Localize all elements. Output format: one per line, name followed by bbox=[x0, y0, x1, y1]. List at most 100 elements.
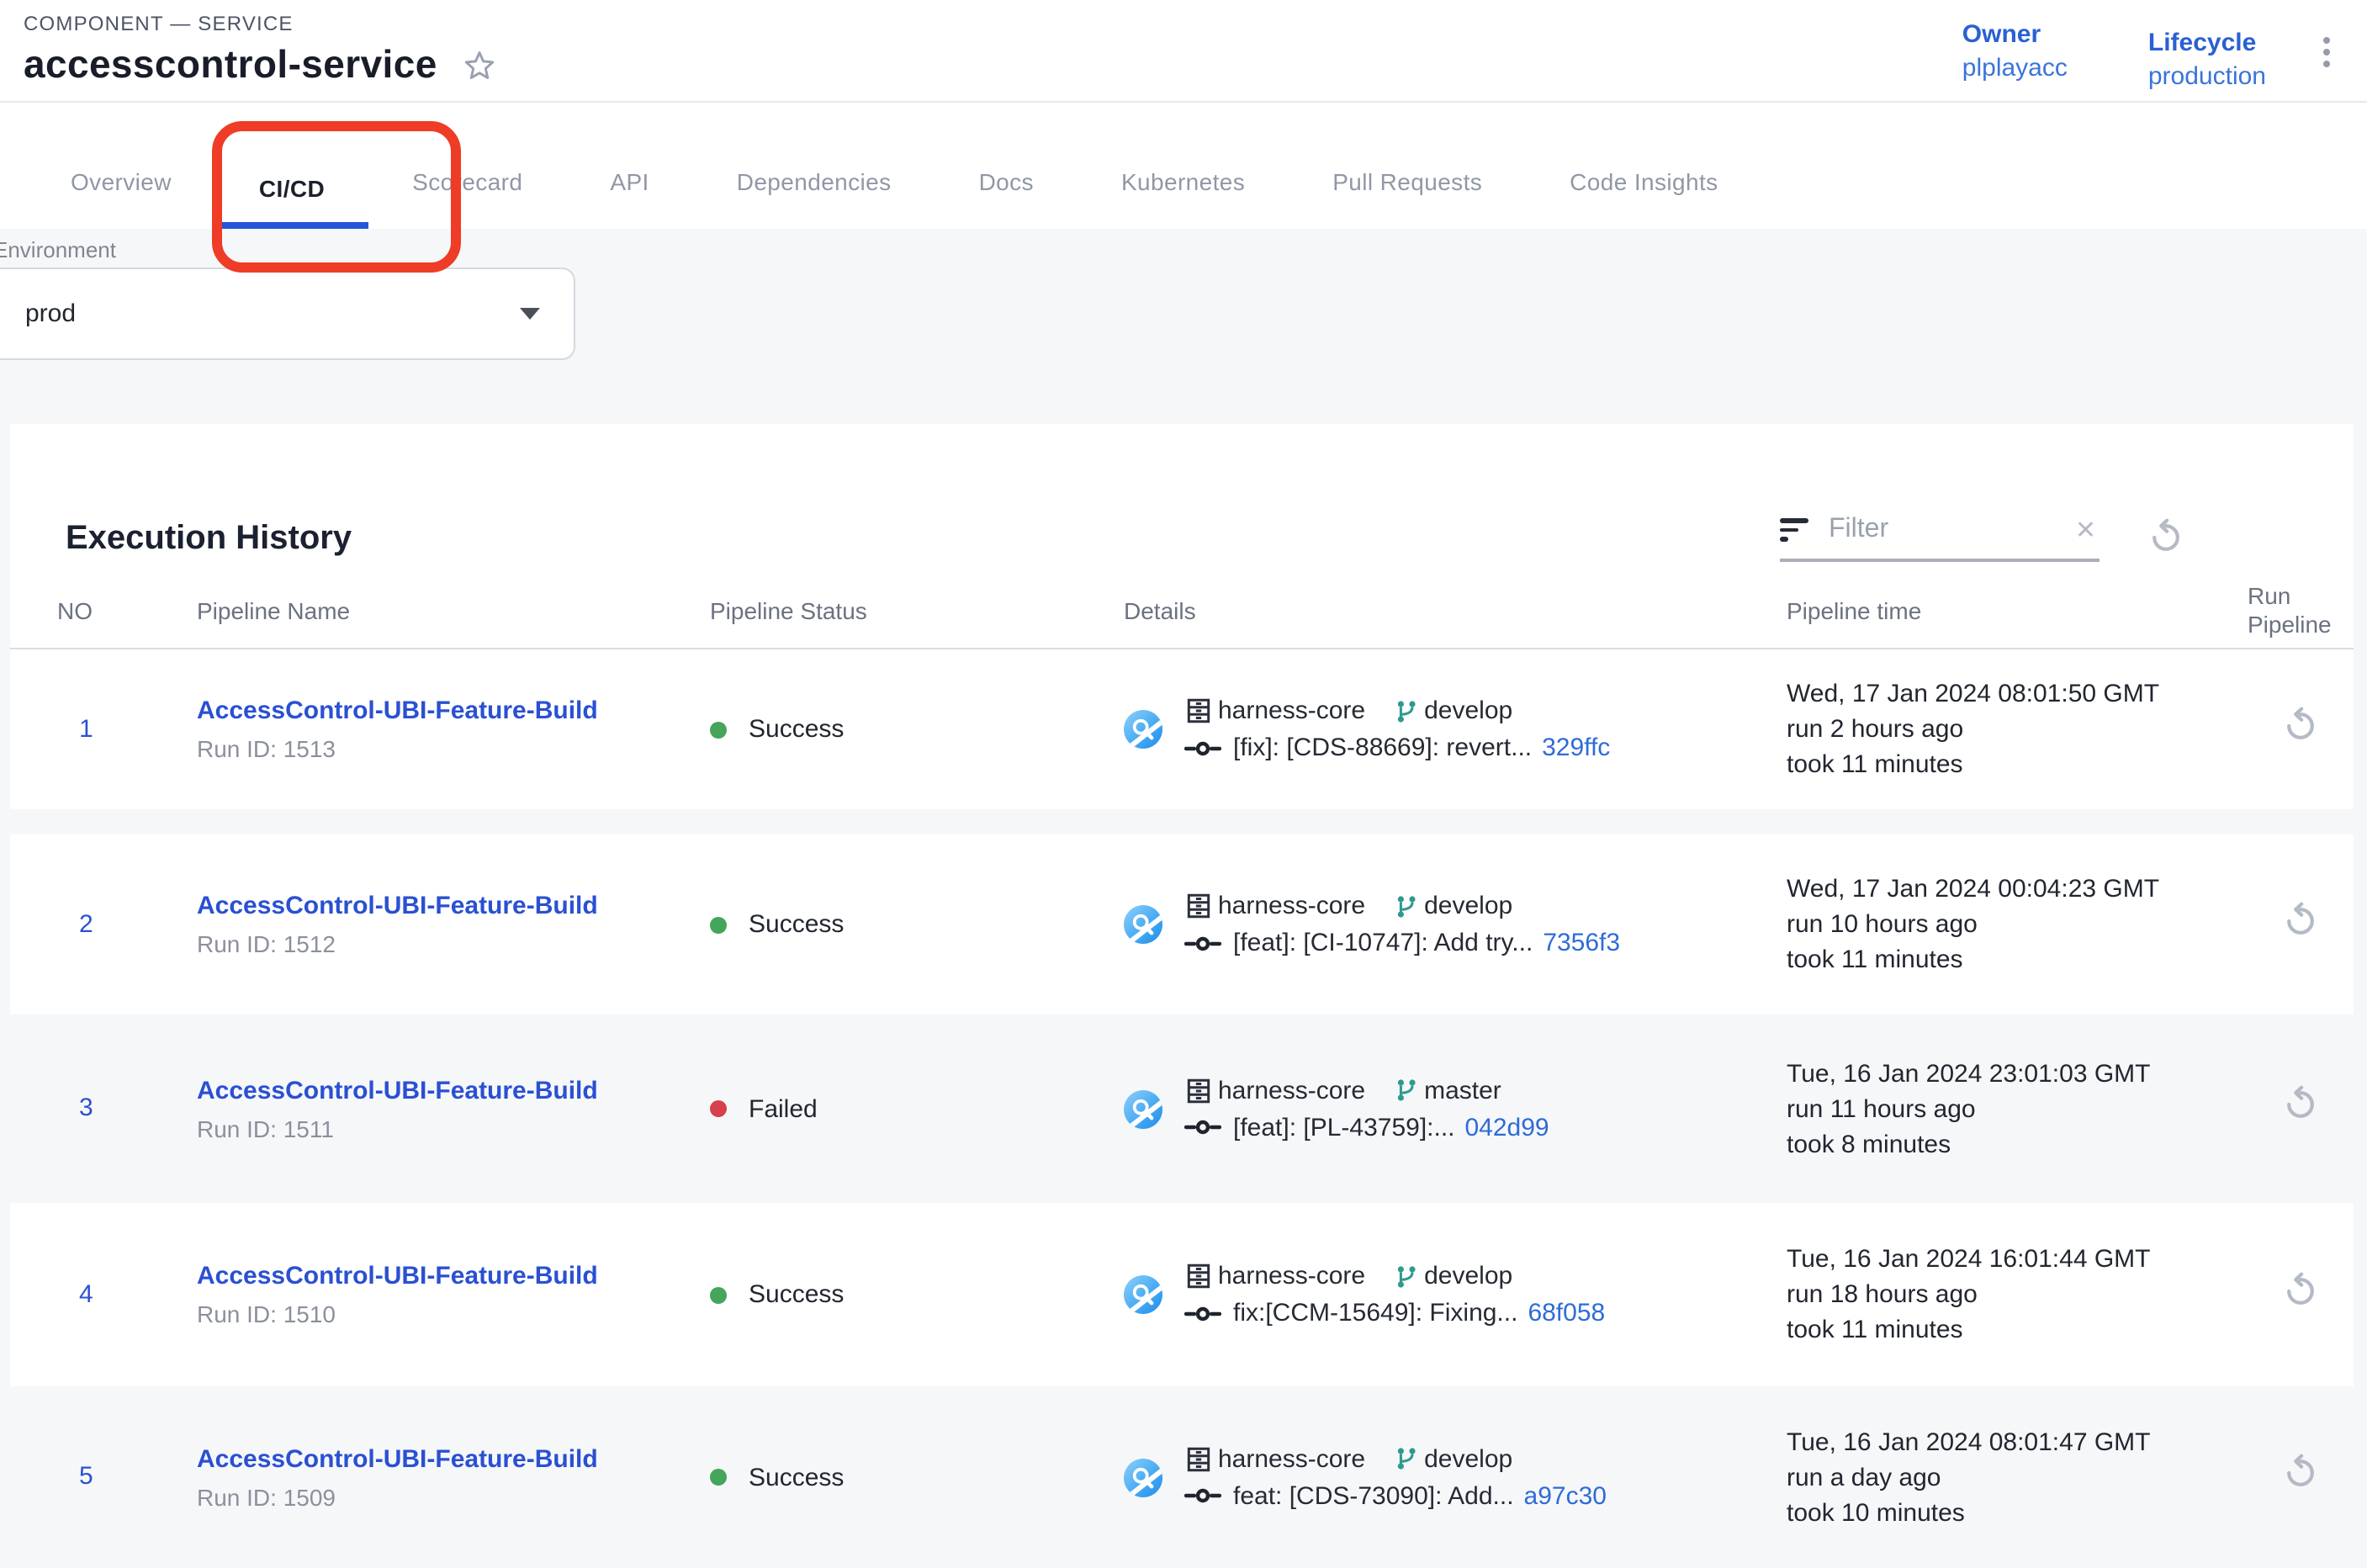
execution-icon[interactable] bbox=[1124, 1275, 1162, 1314]
branch-name: master bbox=[1424, 1076, 1501, 1104]
branch-name: develop bbox=[1424, 892, 1512, 920]
lifecycle-block: Lifecycle production bbox=[2148, 29, 2266, 93]
refresh-icon[interactable] bbox=[2147, 518, 2185, 557]
git-branch-icon bbox=[1392, 1077, 1419, 1104]
page: COMPONENT — SERVICE accesscontrol-servic… bbox=[0, 0, 2367, 1568]
pipeline-time-ago: run a day ago bbox=[1787, 1459, 2248, 1495]
git-commit-icon bbox=[1184, 1300, 1221, 1327]
git-branch-icon bbox=[1392, 1445, 1419, 1472]
pipeline-duration: took 11 minutes bbox=[1787, 942, 2248, 977]
environment-section: Environment prod bbox=[0, 229, 2367, 424]
commit-hash-link[interactable]: a97c30 bbox=[1524, 1481, 1607, 1510]
pipeline-name-link[interactable]: AccessControl-UBI-Feature-Build bbox=[197, 1262, 710, 1290]
tab-scorecard[interactable]: Scorecard bbox=[368, 168, 566, 229]
status-dot bbox=[710, 1100, 727, 1117]
table-row: 1 AccessControl-UBI-Feature-Build Run ID… bbox=[10, 649, 2354, 809]
git-commit-icon bbox=[1184, 930, 1221, 956]
table-body: 1 AccessControl-UBI-Feature-Build Run ID… bbox=[10, 649, 2354, 1568]
repository-name: harness-core bbox=[1218, 1262, 1365, 1290]
tab-api[interactable]: API bbox=[566, 168, 692, 229]
table-row: 5 AccessControl-UBI-Feature-Build Run ID… bbox=[10, 1386, 2354, 1568]
favorite-star-icon[interactable] bbox=[461, 46, 498, 83]
pipeline-name-link[interactable]: AccessControl-UBI-Feature-Build bbox=[197, 1444, 710, 1473]
chevron-down-icon bbox=[520, 308, 540, 320]
pipeline-time-ago: run 10 hours ago bbox=[1787, 907, 2248, 942]
run-id: Run ID: 1512 bbox=[197, 930, 710, 957]
status-text: Success bbox=[749, 715, 844, 744]
execution-history-card: Execution History ✕ NO Pipeline Name Pip… bbox=[10, 424, 2354, 1568]
execution-icon[interactable] bbox=[1124, 1458, 1162, 1496]
tab-dependencies[interactable]: Dependencies bbox=[693, 168, 935, 229]
pipeline-duration: took 11 minutes bbox=[1787, 747, 2248, 782]
clear-filter-icon[interactable]: ✕ bbox=[2072, 515, 2100, 545]
commit-hash-link[interactable]: 68f058 bbox=[1528, 1299, 1605, 1327]
run-id: Run ID: 1511 bbox=[197, 1115, 710, 1142]
execution-icon[interactable] bbox=[1124, 710, 1162, 749]
more-menu-icon[interactable] bbox=[2313, 20, 2340, 84]
commit-message: [feat]: [PL-43759]:... bbox=[1233, 1113, 1455, 1142]
col-details: Details bbox=[1124, 596, 1787, 623]
pipeline-time-gmt: Wed, 17 Jan 2024 08:01:50 GMT bbox=[1787, 676, 2248, 712]
execution-icon[interactable] bbox=[1124, 1089, 1162, 1128]
owner-link[interactable]: plplayacc bbox=[1962, 54, 2068, 82]
commit-hash-link[interactable]: 7356f3 bbox=[1543, 929, 1620, 957]
status-text: Success bbox=[749, 1463, 844, 1491]
execution-icon[interactable] bbox=[1124, 905, 1162, 944]
table-header: NO Pipeline Name Pipeline Status Details… bbox=[10, 572, 2354, 649]
filter-icon bbox=[1780, 519, 1808, 542]
pipeline-time-gmt: Tue, 16 Jan 2024 16:01:44 GMT bbox=[1787, 1242, 2248, 1277]
pipeline-name-link[interactable]: AccessControl-UBI-Feature-Build bbox=[197, 697, 710, 725]
pipeline-name-link[interactable]: AccessControl-UBI-Feature-Build bbox=[197, 892, 710, 920]
owner-block: Owner plplayacc bbox=[1962, 20, 2068, 84]
pipeline-time-gmt: Tue, 16 Jan 2024 08:01:47 GMT bbox=[1787, 1424, 2248, 1459]
commit-message: [fix]: [CDS-88669]: revert... bbox=[1233, 734, 1532, 762]
col-pipeline-name: Pipeline Name bbox=[197, 596, 710, 623]
row-number: 1 bbox=[57, 714, 93, 743]
pipeline-name-link[interactable]: AccessControl-UBI-Feature-Build bbox=[197, 1076, 710, 1104]
status-dot bbox=[710, 1469, 727, 1486]
tab-ci-cd[interactable]: CI/CD bbox=[215, 175, 368, 229]
run-pipeline-icon[interactable] bbox=[2281, 1085, 2320, 1124]
repository-icon bbox=[1184, 697, 1213, 725]
run-pipeline-icon[interactable] bbox=[2281, 706, 2320, 744]
page-header: COMPONENT — SERVICE accesscontrol-servic… bbox=[0, 0, 2367, 103]
tab-docs[interactable]: Docs bbox=[935, 168, 1078, 229]
pipeline-time-ago: run 11 hours ago bbox=[1787, 1091, 2248, 1126]
col-run-pipeline: Run Pipeline bbox=[2248, 581, 2354, 638]
commit-message: feat: [CDS-73090]: Add... bbox=[1233, 1481, 1514, 1510]
commit-hash-link[interactable]: 042d99 bbox=[1465, 1113, 1549, 1142]
repository-name: harness-core bbox=[1218, 1076, 1365, 1104]
git-commit-icon bbox=[1184, 1114, 1221, 1141]
lifecycle-link[interactable]: production bbox=[2148, 62, 2266, 91]
col-pipeline-status: Pipeline Status bbox=[710, 596, 1124, 623]
repository-icon bbox=[1184, 1444, 1213, 1473]
run-pipeline-icon[interactable] bbox=[2281, 901, 2320, 940]
tab-code-insights[interactable]: Code Insights bbox=[1526, 168, 1761, 229]
run-id: Run ID: 1509 bbox=[197, 1483, 710, 1510]
run-pipeline-icon[interactable] bbox=[2281, 1454, 2320, 1492]
entity-kind-label: COMPONENT — SERVICE bbox=[24, 12, 498, 35]
tab-kubernetes[interactable]: Kubernetes bbox=[1078, 168, 1289, 229]
run-pipeline-icon[interactable] bbox=[2281, 1271, 2320, 1310]
pipeline-time-ago: run 18 hours ago bbox=[1787, 1277, 2248, 1312]
environment-select[interactable]: prod bbox=[0, 268, 575, 360]
environment-selected-value: prod bbox=[25, 299, 76, 328]
status-dot bbox=[710, 1286, 727, 1303]
commit-hash-link[interactable]: 329ffc bbox=[1542, 734, 1610, 762]
tab-pull-requests[interactable]: Pull Requests bbox=[1289, 168, 1526, 229]
row-number: 5 bbox=[57, 1462, 93, 1491]
repository-icon bbox=[1184, 892, 1213, 920]
pipeline-time-gmt: Wed, 17 Jan 2024 00:04:23 GMT bbox=[1787, 871, 2248, 907]
tab-bar: OverviewCI/CDScorecardAPIDependenciesDoc… bbox=[0, 103, 2367, 229]
filter-input[interactable] bbox=[1825, 513, 2072, 547]
table-row: 4 AccessControl-UBI-Feature-Build Run ID… bbox=[10, 1203, 2354, 1386]
row-number: 2 bbox=[57, 909, 93, 938]
row-number: 3 bbox=[57, 1094, 93, 1122]
pipeline-time-gmt: Tue, 16 Jan 2024 23:01:03 GMT bbox=[1787, 1056, 2248, 1091]
repository-name: harness-core bbox=[1218, 1444, 1365, 1473]
tab-overview[interactable]: Overview bbox=[27, 168, 215, 229]
status-text: Failed bbox=[749, 1094, 818, 1123]
repository-icon bbox=[1184, 1262, 1213, 1290]
status-text: Success bbox=[749, 1280, 844, 1309]
col-no: NO bbox=[57, 596, 197, 623]
